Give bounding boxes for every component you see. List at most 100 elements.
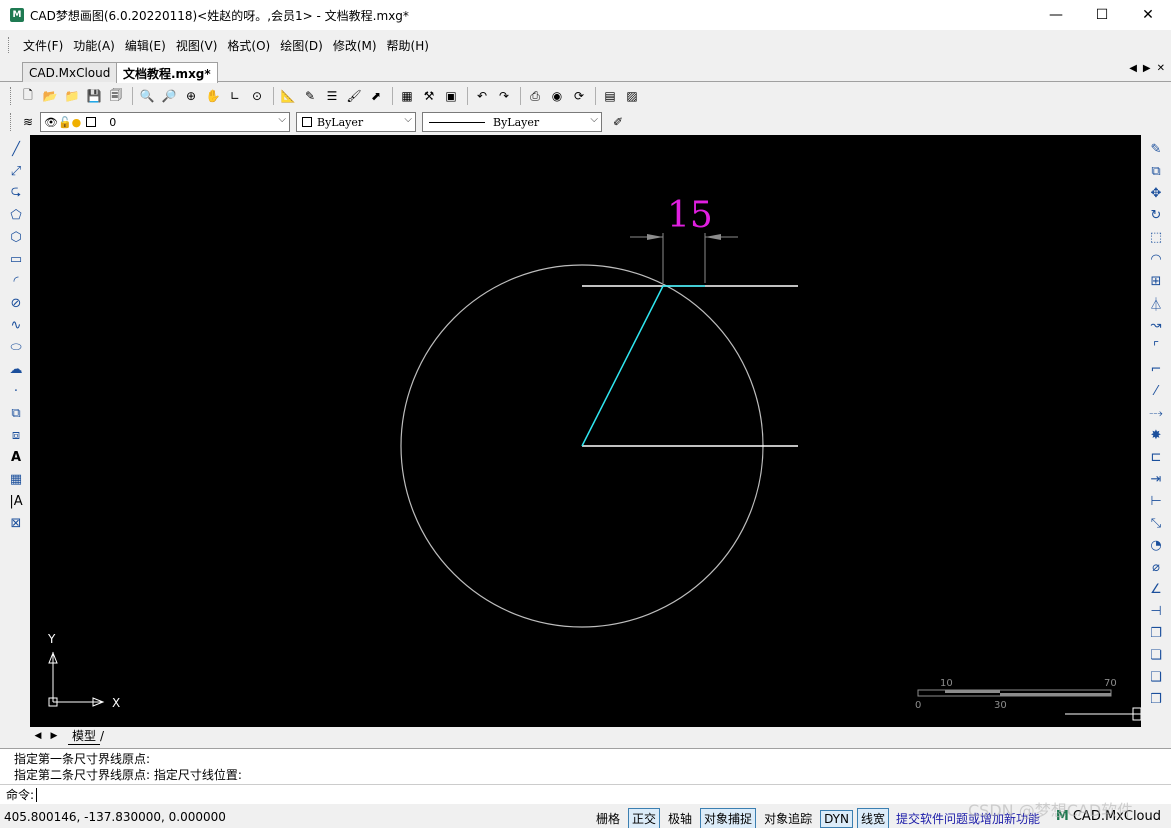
- stretch-icon[interactable]: ↝: [1145, 314, 1167, 336]
- zoom-in-icon[interactable]: ⊕: [181, 86, 201, 106]
- point-icon[interactable]: ·: [5, 380, 27, 402]
- fillet-icon[interactable]: ⌜: [1145, 336, 1167, 358]
- text-icon[interactable]: A: [5, 446, 27, 468]
- draworder-above-icon[interactable]: ❑: [1145, 666, 1167, 688]
- pattern-icon[interactable]: ▦: [397, 86, 417, 106]
- draworder-front-icon[interactable]: ❐: [1145, 622, 1167, 644]
- trim-icon[interactable]: ⁄: [1145, 380, 1167, 402]
- pencil-icon[interactable]: ✎: [300, 86, 320, 106]
- hatch-icon[interactable]: ⊠: [5, 512, 27, 534]
- menu-file[interactable]: 文件(F): [18, 37, 68, 54]
- menu-function[interactable]: 功能(A): [68, 37, 120, 54]
- menu-modify[interactable]: 修改(M): [328, 37, 382, 54]
- measure-icon[interactable]: 📐: [278, 86, 298, 106]
- table-icon[interactable]: ▦: [5, 468, 27, 490]
- revcloud-icon[interactable]: ☁: [5, 358, 27, 380]
- tab-prev-icon[interactable]: ◀: [1129, 63, 1137, 74]
- redo-icon[interactable]: ↷: [494, 86, 514, 106]
- match-layer-icon[interactable]: ✐: [608, 112, 628, 132]
- dimension-text[interactable]: 15: [667, 195, 713, 236]
- menu-view[interactable]: 视图(V): [171, 37, 223, 54]
- spline-icon[interactable]: ∿: [5, 314, 27, 336]
- sync-icon[interactable]: ⟳: [569, 86, 589, 106]
- drawing-canvas[interactable]: 15 Y X 10 70 0 30: [30, 135, 1142, 727]
- tab-next-icon[interactable]: ▶: [1143, 63, 1151, 74]
- cyan-line[interactable]: [581, 285, 664, 447]
- xline-icon[interactable]: ⤢: [5, 160, 27, 182]
- draworder-back-icon[interactable]: ❏: [1145, 644, 1167, 666]
- minimize-button[interactable]: —: [1033, 0, 1079, 30]
- dim-angular-icon[interactable]: ∠: [1145, 578, 1167, 600]
- save-all-icon[interactable]: 🗐: [106, 86, 126, 106]
- circle-icon[interactable]: ⊘: [5, 292, 27, 314]
- scale-icon[interactable]: ⬚: [1145, 226, 1167, 248]
- zoom-window-icon[interactable]: 🔍: [137, 86, 157, 106]
- undo-icon[interactable]: ↶: [472, 86, 492, 106]
- linetype-select[interactable]: ByLayer ⌵: [422, 112, 602, 132]
- layer-select[interactable]: 👁 🔓 ● 0 ⌵: [40, 112, 290, 132]
- status-toggle-button[interactable]: DYN: [820, 809, 853, 828]
- tab-document[interactable]: 文档教程.mxg*: [116, 62, 218, 83]
- chamfer-icon[interactable]: ⌐: [1145, 358, 1167, 380]
- block-icon[interactable]: ⧉: [5, 402, 27, 424]
- layer-manager-icon[interactable]: ≋: [18, 112, 38, 132]
- color-select[interactable]: ByLayer ⌵: [296, 112, 416, 132]
- zoom-extents-icon[interactable]: ⊙: [247, 86, 267, 106]
- dim-linear-icon[interactable]: ⊢: [1145, 490, 1167, 512]
- break-icon[interactable]: ⊏: [1145, 446, 1167, 468]
- menu-format[interactable]: 格式(O): [222, 37, 275, 54]
- insert-block-icon[interactable]: ⬈: [366, 86, 386, 106]
- explode-icon[interactable]: ✸: [1145, 424, 1167, 446]
- status-toggle-button[interactable]: 对象捕捉: [700, 808, 757, 828]
- match-prop-icon[interactable]: 🖌: [344, 86, 364, 106]
- tools-icon[interactable]: ⚒: [419, 86, 439, 106]
- dim-baseline-icon[interactable]: ⊣: [1145, 600, 1167, 622]
- properties-icon[interactable]: ▣: [441, 86, 461, 106]
- copy-icon[interactable]: ⧉: [1145, 160, 1167, 182]
- layout-next-icon[interactable]: ▶: [46, 731, 62, 741]
- open-file-icon[interactable]: 📂: [40, 86, 60, 106]
- pdf-icon[interactable]: ▤: [600, 86, 620, 106]
- rotate-icon[interactable]: ↻: [1145, 204, 1167, 226]
- tab-mxcloud[interactable]: CAD.MxCloud: [22, 62, 118, 82]
- menu-edit[interactable]: 编辑(E): [120, 37, 171, 54]
- layers-icon[interactable]: ☰: [322, 86, 342, 106]
- status-toggle-button[interactable]: 对象追踪: [760, 808, 816, 828]
- status-toggle-button[interactable]: 线宽: [856, 808, 889, 828]
- save-icon[interactable]: 💾: [84, 86, 104, 106]
- insert-icon[interactable]: ⧈: [5, 424, 27, 446]
- mirror-icon[interactable]: ⏃: [1145, 292, 1167, 314]
- tab-model[interactable]: 模型: [68, 727, 101, 745]
- status-toggle-button[interactable]: 极轴: [664, 808, 696, 828]
- menu-draw[interactable]: 绘图(D): [275, 37, 328, 54]
- dim-radius-icon[interactable]: ◔: [1145, 534, 1167, 556]
- close-button[interactable]: ✕: [1125, 0, 1171, 30]
- ellipse-icon[interactable]: ⬭: [5, 336, 27, 358]
- status-toggle-button[interactable]: 正交: [628, 808, 661, 828]
- draworder-below-icon[interactable]: ❒: [1145, 688, 1167, 710]
- maximize-button[interactable]: ☐: [1079, 0, 1125, 30]
- mtext-icon[interactable]: |A: [5, 490, 27, 512]
- polyline-icon[interactable]: ⮎: [5, 182, 27, 204]
- new-file-icon[interactable]: 🗋: [18, 86, 38, 106]
- cloud-icon[interactable]: ◉: [547, 86, 567, 106]
- menu-help[interactable]: 帮助(H): [382, 37, 434, 54]
- line-icon[interactable]: ╱: [5, 138, 27, 160]
- dim-diameter-icon[interactable]: ⌀: [1145, 556, 1167, 578]
- arc-icon[interactable]: ◜: [5, 270, 27, 292]
- erase-icon[interactable]: ✎: [1145, 138, 1167, 160]
- dim-aligned-icon[interactable]: ⤡: [1145, 512, 1167, 534]
- shape-icon[interactable]: ⬡: [5, 226, 27, 248]
- array-icon[interactable]: ⊞: [1145, 270, 1167, 292]
- extend-icon[interactable]: ⤏: [1145, 402, 1167, 424]
- print-icon[interactable]: ⎙: [525, 86, 545, 106]
- pan-icon[interactable]: ✋: [203, 86, 223, 106]
- zoom-realtime-icon[interactable]: 🔎: [159, 86, 179, 106]
- ucs-icon[interactable]: ∟: [225, 86, 245, 106]
- offset-icon[interactable]: ◠: [1145, 248, 1167, 270]
- rectangle-icon[interactable]: ▭: [5, 248, 27, 270]
- status-toggle-button[interactable]: 栅格: [592, 808, 624, 828]
- layout-prev-icon[interactable]: ◀: [30, 731, 46, 741]
- tab-close-icon[interactable]: ✕: [1157, 63, 1165, 74]
- polygon-icon[interactable]: ⬠: [5, 204, 27, 226]
